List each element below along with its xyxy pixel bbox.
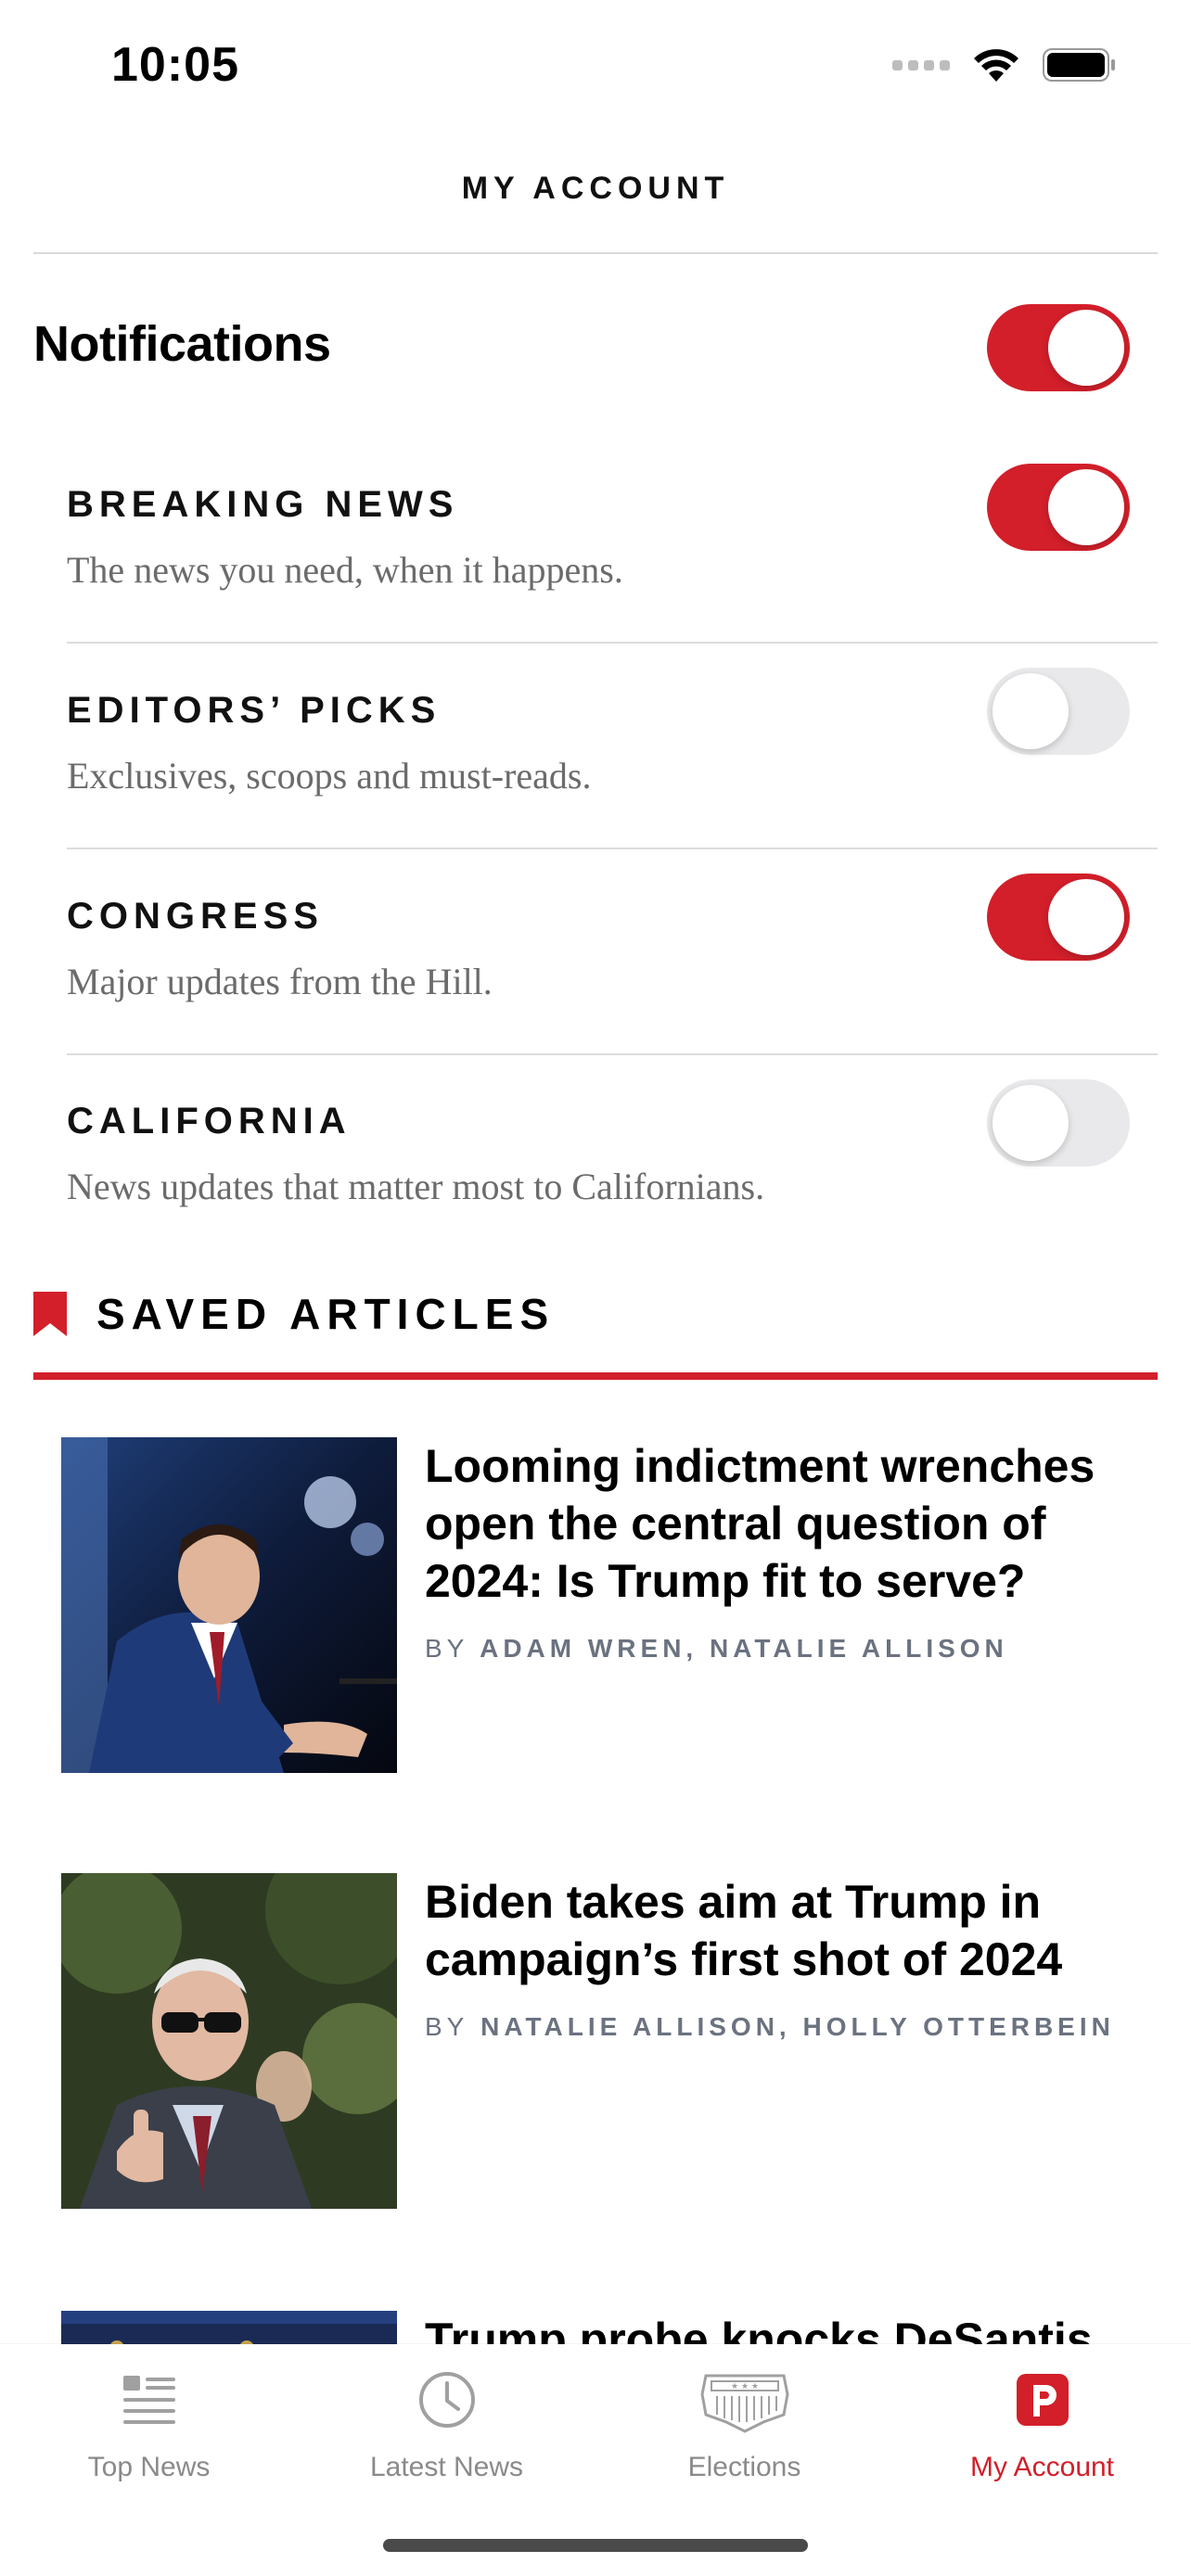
status-icons	[892, 46, 1117, 83]
tab-my-account[interactable]: My Account	[893, 2363, 1191, 2483]
saved-articles-rule	[33, 1372, 1158, 1380]
tab-label: Top News	[87, 2452, 211, 2482]
top-news-icon	[122, 2376, 175, 2424]
tab-label: My Account	[969, 2452, 1115, 2482]
saved-article-item[interactable]: Looming indictment wrenches open the cen…	[61, 1437, 1158, 1773]
notifications-master-toggle[interactable]	[987, 304, 1130, 391]
article-headline[interactable]: Looming indictment wrenches open the cen…	[425, 1437, 1158, 1610]
capitol-icon: ★ ★ ★	[699, 2374, 789, 2433]
home-indicator	[383, 2539, 808, 2552]
byline-prefix: BY	[425, 1634, 469, 1663]
tab-label: Elections	[687, 2452, 801, 2482]
cellular-signal-icon	[892, 59, 950, 70]
notifications-heading: Notifications	[33, 316, 331, 372]
editors-picks-toggle[interactable]	[987, 668, 1130, 755]
tab-label: Latest News	[369, 2452, 524, 2482]
notification-description: Major updates from the Hill.	[67, 961, 493, 1002]
header-divider	[33, 252, 1158, 254]
clock-icon	[418, 2372, 475, 2428]
article-thumbnail[interactable]	[61, 1873, 397, 2209]
page-title: MY ACCOUNT	[461, 171, 730, 206]
congress-toggle[interactable]	[987, 874, 1130, 961]
item-divider	[67, 642, 1158, 644]
article-byline: BY NATALIE ALLISON, HOLLY OTTERBEIN	[425, 2012, 1158, 2042]
notification-description: News updates that matter most to Califor…	[67, 1166, 765, 1207]
svg-text:★ ★ ★: ★ ★ ★	[731, 2382, 759, 2391]
tab-elections[interactable]: ★ ★ ★ Elections	[596, 2363, 893, 2483]
politico-p-icon	[1016, 2374, 1069, 2426]
item-divider	[67, 848, 1158, 849]
tab-latest-news[interactable]: Latest News	[298, 2363, 596, 2483]
article-text[interactable]: Biden takes aim at Trump in campaign’s f…	[425, 1873, 1158, 2042]
california-toggle[interactable]	[987, 1079, 1130, 1167]
saved-articles-title: SAVED ARTICLES	[96, 1290, 556, 1338]
saved-articles-header: SAVED ARTICLES	[33, 1289, 555, 1339]
status-time: 10:05	[111, 38, 239, 92]
wifi-icon	[974, 49, 1018, 82]
status-bar: 10:05	[0, 0, 1191, 130]
article-byline: BY ADAM WREN, NATALIE ALLISON	[425, 1634, 1158, 1664]
article-thumbnail[interactable]	[61, 1437, 397, 1773]
bookmark-icon	[33, 1292, 67, 1336]
tab-top-news[interactable]: Top News	[0, 2363, 298, 2483]
article-headline[interactable]: Biden takes aim at Trump in campaign’s f…	[425, 1873, 1158, 1988]
byline-authors: ADAM WREN, NATALIE ALLISON	[480, 1634, 1008, 1663]
saved-article-item[interactable]: Biden takes aim at Trump in campaign’s f…	[61, 1873, 1158, 2209]
article-text[interactable]: Looming indictment wrenches open the cen…	[425, 1437, 1158, 1664]
byline-authors: NATALIE ALLISON, HOLLY OTTERBEIN	[480, 2012, 1115, 2041]
battery-icon	[1043, 48, 1115, 82]
breaking-news-toggle[interactable]	[987, 464, 1130, 551]
notification-description: The news you need, when it happens.	[67, 549, 623, 591]
byline-prefix: BY	[425, 2012, 469, 2041]
notification-description: Exclusives, scoops and must-reads.	[67, 755, 592, 797]
item-divider	[67, 1053, 1158, 1055]
